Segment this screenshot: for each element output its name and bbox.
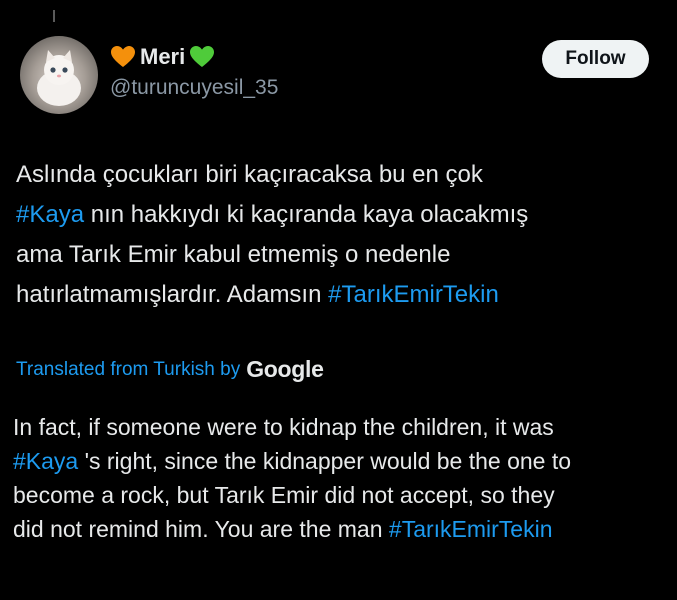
- text-segment: did not remind him. You are the man: [13, 516, 389, 542]
- hashtag-link[interactable]: #TarıkEmirTekin: [389, 516, 553, 542]
- translation-line: did not remind him. You are the man #Tar…: [13, 512, 668, 546]
- author-block[interactable]: Meri @turuncuyesil_35: [110, 42, 278, 100]
- google-logo: Google: [246, 356, 324, 382]
- text-segment: become a rock, but Tarık Emir did not ac…: [13, 482, 555, 508]
- hashtag-link[interactable]: #Kaya: [13, 448, 78, 474]
- translated-from-link[interactable]: Translated from Turkish by Google: [16, 356, 324, 383]
- green-heart-icon: [190, 46, 215, 67]
- tweet-text: Aslında çocukları biri kaçıracaksa bu en…: [16, 155, 666, 315]
- cat-avatar-image: [37, 50, 81, 106]
- orange-heart-icon: [111, 46, 135, 67]
- tweet-line: ama Tarık Emir kabul etmemiş o nedenle: [16, 235, 666, 275]
- follow-button[interactable]: Follow: [542, 40, 649, 78]
- text-segment: hatırlatmamışlardır. Adamsın: [16, 281, 329, 308]
- tweet-line: hatırlatmamışlardır. Adamsın #TarıkEmirT…: [16, 275, 666, 315]
- text-segment: 's right, since the kidnapper would be t…: [78, 448, 572, 474]
- display-name-text: Meri: [140, 44, 186, 69]
- tweet-line: Aslında çocukları biri kaçıracaksa bu en…: [16, 155, 666, 195]
- text-segment: Aslında çocukları biri kaçıracaksa bu en…: [16, 161, 483, 188]
- text-segment: In fact, if someone were to kidnap the c…: [13, 414, 554, 440]
- hashtag-link[interactable]: #Kaya: [16, 201, 84, 228]
- display-name[interactable]: Meri: [110, 42, 278, 72]
- text-segment: ama Tarık Emir kabul etmemiş o nedenle: [16, 241, 451, 268]
- translation-line: become a rock, but Tarık Emir did not ac…: [13, 478, 668, 512]
- translated-from-label: Translated from Turkish by: [16, 358, 241, 380]
- tweet-line: #Kaya nın hakkıydı ki kaçıranda kaya ola…: [16, 195, 666, 235]
- translation-text: In fact, if someone were to kidnap the c…: [13, 410, 668, 546]
- avatar[interactable]: [20, 36, 98, 114]
- translation-line: In fact, if someone were to kidnap the c…: [13, 410, 668, 444]
- thread-line: [53, 10, 55, 22]
- translation-line: #Kaya 's right, since the kidnapper woul…: [13, 444, 668, 478]
- user-handle[interactable]: @turuncuyesil_35: [110, 76, 278, 100]
- text-segment: nın hakkıydı ki kaçıranda kaya olacakmış: [84, 201, 529, 228]
- hashtag-link[interactable]: #TarıkEmirTekin: [328, 281, 499, 308]
